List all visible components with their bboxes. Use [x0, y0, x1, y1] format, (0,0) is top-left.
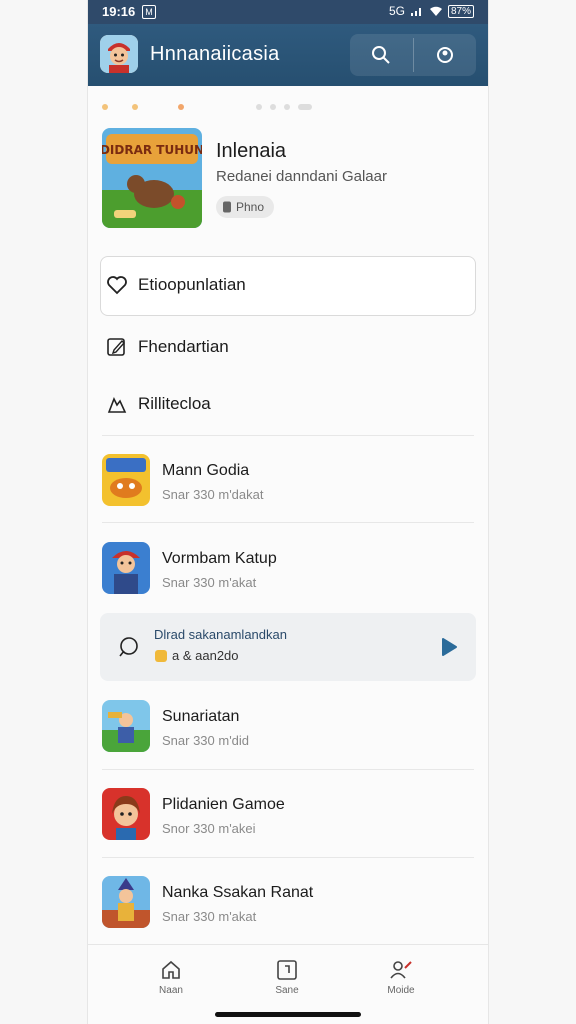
header-actions	[350, 34, 476, 76]
nav-mode[interactable]: Moide	[361, 957, 441, 1003]
promo-banner[interactable]: Dlrad sakanamlandkan a & aan2do	[100, 613, 476, 681]
promo-subtitle: a & aan2do	[154, 648, 239, 663]
play-icon[interactable]	[440, 637, 458, 657]
phone-icon	[223, 201, 231, 213]
game-icon	[102, 876, 150, 928]
game-meta: Snar 330 m'dakat	[162, 487, 264, 502]
profile-icon	[436, 47, 453, 63]
list-item-game[interactable]: Sunariatan Snar 330 m'did	[88, 688, 488, 762]
nav-label: Naan	[159, 985, 183, 996]
game-icon	[102, 542, 150, 594]
status-time: 19:16	[102, 4, 136, 19]
carousel-dot[interactable]	[132, 104, 138, 110]
carousel-indicator	[88, 96, 488, 112]
carousel-dot[interactable]	[270, 104, 276, 110]
featured-title[interactable]: Inlenaia	[216, 140, 286, 163]
avatar-character-icon	[100, 35, 138, 73]
game-meta: Snor 330 m'akei	[162, 821, 256, 836]
nav-label: Moide	[387, 985, 415, 996]
featured-badge[interactable]: Phno	[216, 196, 275, 218]
coin-icon	[155, 649, 167, 662]
game-name: Mann Godia	[162, 462, 250, 479]
carousel-dot[interactable]	[102, 104, 108, 110]
divider	[102, 857, 474, 858]
list-item-game[interactable]: Plidanien Gamoe Snor 330 m'akei	[88, 776, 488, 850]
chat-icon	[119, 637, 138, 657]
carousel-dot[interactable]	[178, 104, 184, 110]
battery-indicator: 87%	[447, 4, 474, 18]
app-title: Hnnanaiicasia	[150, 43, 280, 65]
menu-item-label: Rillitecloa	[138, 394, 211, 413]
menu-item-edit[interactable]: Fhendartian	[106, 334, 229, 360]
status-bar: 19:16 M 5G 87%	[88, 0, 488, 24]
carousel-dot-active[interactable]	[298, 104, 312, 110]
nav-label: Sane	[275, 985, 299, 996]
featured-game-art: DIDRAR TUHUN	[102, 128, 202, 228]
wifi-icon	[429, 6, 442, 16]
list-item-game[interactable]: Mann Godia Snar 330 m'dakat	[88, 442, 488, 516]
bell-icon	[106, 393, 128, 415]
carousel-dot[interactable]	[256, 104, 262, 110]
search-icon	[372, 46, 390, 64]
heart-icon	[106, 274, 128, 296]
save-icon	[247, 957, 327, 983]
search-button[interactable]	[350, 34, 413, 76]
bottom-navigation: Naan Sane Moide	[88, 944, 488, 1024]
nav-save[interactable]: Sane	[247, 957, 327, 1003]
status-icons: 5G 87%	[389, 4, 474, 18]
featured-thumb-text: DIDRAR TUHUN	[102, 143, 202, 157]
featured-badge-label: Phno	[236, 200, 265, 214]
game-meta: Snar 330 m'akat	[162, 575, 257, 590]
game-icon	[102, 700, 150, 752]
list-item-game[interactable]: Vormbam Katup Snar 330 m'akat	[88, 530, 488, 604]
game-name: Sunariatan	[162, 708, 240, 725]
game-name: Nanka Ssakan Ranat	[162, 884, 314, 901]
carousel-dot[interactable]	[284, 104, 290, 110]
list-item-game[interactable]: Nanka Ssakan Ranat Snar 330 m'akat	[88, 864, 488, 938]
nav-home[interactable]: Naan	[131, 957, 211, 1003]
menu-item-label: Etioopunlatian	[138, 275, 246, 294]
sim-icon: M	[142, 5, 156, 19]
phone-screen: 19:16 M 5G 87% Hnnanaiicasia DIDRAR TUHU…	[88, 0, 488, 1024]
game-icon	[102, 454, 150, 506]
profile-edit-icon	[361, 957, 441, 983]
menu-item-label: Fhendartian	[138, 337, 229, 356]
game-icon	[102, 788, 150, 840]
edit-icon	[106, 336, 128, 358]
game-name: Plidanien Gamoe	[162, 796, 285, 813]
featured-game-thumbnail[interactable]: DIDRAR TUHUN	[102, 128, 202, 228]
game-meta: Snar 330 m'akat	[162, 909, 257, 924]
network-label: 5G	[388, 4, 405, 18]
menu-item-library[interactable]: Rillitecloa	[106, 391, 211, 417]
promo-title: Dlrad sakanamlandkan	[154, 627, 287, 642]
divider	[102, 435, 474, 436]
profile-button[interactable]	[414, 34, 477, 76]
signal-icon	[410, 8, 421, 16]
divider	[102, 522, 474, 523]
home-indicator[interactable]	[215, 1012, 361, 1017]
game-meta: Snar 330 m'did	[162, 733, 250, 748]
promo-subtitle-text: a & aan2do	[172, 648, 239, 663]
featured-subtitle: Redanei danndani Galaar	[216, 168, 387, 185]
home-icon	[131, 957, 211, 983]
app-header: Hnnanaiicasia	[88, 24, 488, 86]
menu-item-favorites[interactable]: Etioopunlatian	[106, 272, 246, 298]
avatar[interactable]	[100, 35, 138, 73]
game-name: Vormbam Katup	[162, 550, 277, 567]
divider	[102, 769, 474, 770]
